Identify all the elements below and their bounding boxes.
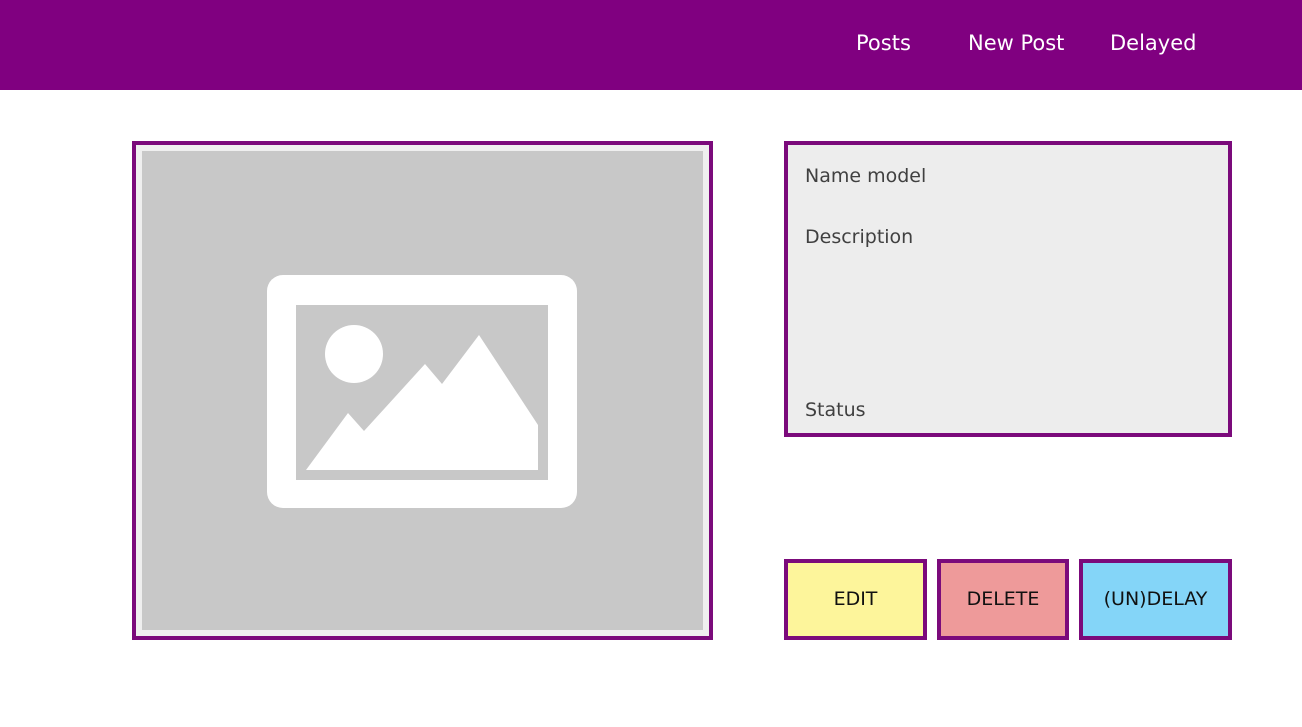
nav-link-new-post[interactable]: New Post xyxy=(968,28,1064,58)
undelay-button[interactable]: (UN)DELAY xyxy=(1079,559,1232,640)
top-navbar: Posts New Post Delayed xyxy=(0,0,1302,90)
image-placeholder-icon xyxy=(267,275,577,508)
post-name-label: Name model xyxy=(805,165,927,187)
post-image xyxy=(142,151,703,630)
delete-button[interactable]: DELETE xyxy=(937,559,1069,640)
post-status-label: Status xyxy=(805,399,866,421)
post-description-label: Description xyxy=(805,226,914,248)
edit-button[interactable]: EDIT xyxy=(784,559,927,640)
post-image-frame xyxy=(132,141,713,640)
nav-link-posts[interactable]: Posts xyxy=(856,28,911,58)
post-info-panel: Name model Description Status xyxy=(784,141,1232,437)
nav-link-delayed[interactable]: Delayed xyxy=(1110,28,1196,58)
